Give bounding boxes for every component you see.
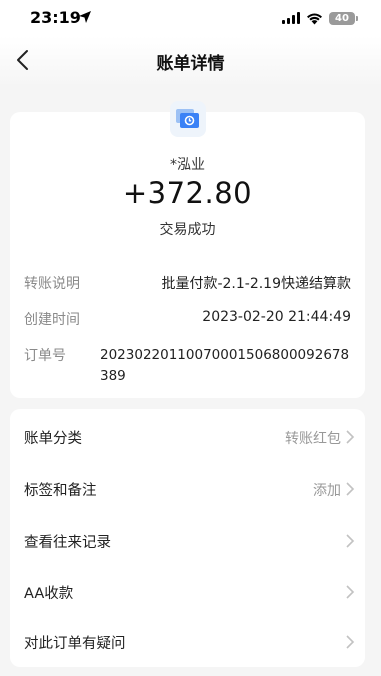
detail-label: 订单号 — [24, 348, 66, 364]
actions-card: 账单分类 转账红包 标签和备注 添加 查看往来记录 AA收款 对此订单有疑问 — [10, 409, 365, 667]
list-item-label: AA收款 — [24, 586, 74, 602]
detail-row-order-number: 订单号 20230220110070001506800092678389 — [24, 345, 351, 385]
detail-value: 批量付款-2.1-2.19快递结算款 — [161, 276, 351, 292]
battery-icon: 40 — [329, 11, 358, 25]
transfer-card-icon — [170, 101, 206, 137]
list-item-value: 添加 — [313, 483, 341, 499]
nav-bar: 账单详情 — [0, 36, 381, 84]
chevron-right-icon — [346, 635, 355, 649]
order-number-value: 20230220110070001506800092678389 — [100, 347, 350, 384]
chevron-right-icon — [346, 482, 355, 496]
transaction-amount: +372.80 — [122, 176, 253, 210]
list-item-history[interactable]: 查看往来记录 — [10, 515, 365, 566]
chevron-right-icon — [346, 585, 355, 599]
detail-value: 2023-02-20 21:44:49 — [202, 309, 351, 325]
list-item-label: 查看往来记录 — [24, 535, 111, 551]
list-item-label: 对此订单有疑问 — [24, 636, 126, 652]
signal-icon — [282, 12, 300, 24]
list-item-value: 转账红包 — [285, 431, 341, 447]
list-item-aa-collect[interactable]: AA收款 — [10, 566, 365, 617]
status-bar: 23:19 40 — [0, 0, 381, 36]
detail-label: 转账说明 — [24, 276, 80, 292]
list-item-label: 账单分类 — [24, 431, 82, 447]
list-item-order-question[interactable]: 对此订单有疑问 — [10, 616, 365, 667]
status-indicators: 40 — [282, 10, 358, 26]
status-time: 23:19 — [30, 8, 81, 27]
payee-name: *泓业 — [170, 157, 205, 173]
detail-label: 创建时间 — [24, 312, 80, 328]
chevron-right-icon — [346, 534, 355, 548]
page-title: 账单详情 — [156, 54, 225, 74]
location-arrow-icon — [79, 11, 91, 23]
transaction-status: 交易成功 — [159, 222, 216, 238]
list-item-tags-notes[interactable]: 标签和备注 添加 — [10, 463, 365, 514]
chevron-right-icon — [346, 430, 355, 444]
transaction-summary-card: *泓业 +372.80 交易成功 转账说明 批量付款-2.1-2.19快递结算款… — [10, 101, 365, 398]
wifi-icon — [307, 13, 322, 24]
list-item-label: 标签和备注 — [24, 483, 97, 499]
list-item-bill-category[interactable]: 账单分类 转账红包 — [10, 411, 365, 462]
